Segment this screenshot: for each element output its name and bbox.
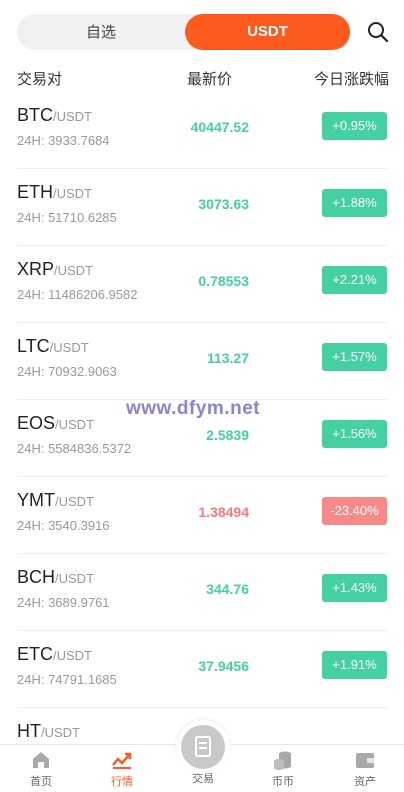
- last-price: 3073.63: [198, 196, 249, 212]
- nav-home[interactable]: 首页: [1, 745, 81, 792]
- home-icon: [33, 752, 49, 768]
- pair-symbol: XRP/USDT: [17, 259, 93, 280]
- market-row[interactable]: LTC/USDT 24H: 70932.9063 113.27 +1.57%: [17, 323, 387, 400]
- nav-trade[interactable]: [176, 720, 230, 774]
- change-badge[interactable]: +1.43%: [322, 574, 387, 602]
- pair-symbol: LTC/USDT: [17, 336, 89, 357]
- last-price: 40447.52: [190, 119, 249, 135]
- nav-assets-label: 资产: [354, 775, 376, 788]
- quote-asset: /USDT: [53, 109, 92, 124]
- nav-home-label: 首页: [30, 775, 52, 788]
- quote-asset: /USDT: [55, 494, 94, 509]
- base-asset: EOS: [17, 413, 56, 433]
- market-row[interactable]: ETH/USDT 24H: 51710.6285 3073.63 +1.88%: [17, 169, 387, 246]
- volume-24h: 24H: 11486206.9582: [17, 287, 138, 302]
- nav-market-label: 行情: [111, 775, 133, 788]
- change-badge[interactable]: +1.91%: [322, 651, 387, 679]
- pair-symbol: BCH/USDT: [17, 567, 94, 588]
- column-price: 最新价: [187, 70, 233, 88]
- market-row[interactable]: BTC/USDT 24H: 3933.7684 40447.52 +0.95%: [17, 92, 387, 169]
- top-bar: 自选 USDT: [17, 14, 404, 52]
- column-header: 交易对 最新价 今日涨跌幅: [17, 68, 389, 90]
- volume-24h: 24H: 3689.9761: [17, 595, 110, 610]
- quote-asset: /USDT: [54, 263, 94, 278]
- quote-asset: /USDT: [41, 725, 80, 740]
- market-row[interactable]: YMT/USDT 24H: 3540.3916 1.38494 -23.40%: [17, 477, 387, 554]
- change-badge[interactable]: +1.88%: [322, 189, 387, 217]
- quote-asset: /USDT: [55, 417, 95, 432]
- coins-icon: [274, 751, 291, 770]
- base-asset: ETH: [17, 182, 53, 202]
- base-asset: ETC: [17, 644, 53, 664]
- column-change: 今日涨跌幅: [313, 70, 389, 88]
- change-badge[interactable]: +1.56%: [322, 420, 387, 448]
- volume-24h: 24H: 70932.9063: [17, 364, 117, 379]
- nav-market[interactable]: 行情: [82, 745, 162, 792]
- pair-symbol: YMT/USDT: [17, 490, 94, 511]
- last-price: 2.5839: [206, 427, 249, 443]
- base-asset: LTC: [17, 336, 50, 356]
- base-asset: BTC: [17, 105, 53, 125]
- trade-button-circle: [181, 725, 225, 769]
- tab-usdt[interactable]: USDT: [185, 14, 350, 50]
- segment-control: 自选 USDT: [17, 14, 351, 50]
- volume-24h: 24H: 51710.6285: [17, 210, 117, 225]
- pair-symbol: EOS/USDT: [17, 413, 94, 434]
- market-row[interactable]: ETC/USDT 24H: 74791.1685 37.9456 +1.91%: [17, 631, 387, 708]
- change-badge[interactable]: +2.21%: [322, 266, 387, 294]
- volume-24h: 24H: 3540.3916: [17, 518, 110, 533]
- last-price: 344.76: [206, 581, 249, 597]
- quote-asset: /USDT: [55, 571, 95, 586]
- quote-asset: /USDT: [53, 648, 92, 663]
- trade-icon: [195, 736, 211, 757]
- pair-symbol: BTC/USDT: [17, 105, 92, 126]
- quote-asset: /USDT: [49, 340, 89, 355]
- quote-asset: /USDT: [53, 186, 92, 201]
- pair-symbol: ETH/USDT: [17, 182, 92, 203]
- tab-favorites[interactable]: 自选: [17, 14, 185, 50]
- pair-symbol: HT/USDT: [17, 721, 80, 742]
- change-badge[interactable]: +0.95%: [322, 112, 387, 140]
- wallet-icon: [356, 753, 374, 768]
- base-asset: BCH: [17, 567, 56, 587]
- volume-24h: 24H: 74791.1685: [17, 672, 117, 687]
- column-pair: 交易对: [17, 70, 63, 88]
- watermark: www.dfym.net: [126, 398, 261, 419]
- last-price: 37.9456: [198, 658, 249, 674]
- base-asset: XRP: [17, 259, 55, 279]
- pair-symbol: ETC/USDT: [17, 644, 92, 665]
- volume-24h: 24H: 3933.7684: [17, 133, 110, 148]
- search-icon[interactable]: [366, 20, 390, 44]
- last-price: 113.27: [206, 350, 249, 366]
- change-badge[interactable]: +1.57%: [322, 343, 387, 371]
- last-price: 0.78553: [198, 273, 249, 289]
- market-row[interactable]: XRP/USDT 24H: 11486206.9582 0.78553 +2.21%: [17, 246, 387, 323]
- nav-coin[interactable]: 币币: [243, 745, 323, 792]
- last-price: 1.38494: [198, 504, 249, 520]
- change-badge[interactable]: -23.40%: [322, 497, 387, 525]
- base-asset: HT: [17, 721, 41, 741]
- market-row[interactable]: BCH/USDT 24H: 3689.9761 344.76 +1.43%: [17, 554, 387, 631]
- volume-24h: 24H: 5584836.5372: [17, 441, 132, 456]
- nav-assets[interactable]: 资产: [325, 745, 404, 792]
- nav-coin-label: 币币: [272, 775, 294, 788]
- market-chart-icon: [112, 752, 132, 769]
- base-asset: YMT: [17, 490, 55, 510]
